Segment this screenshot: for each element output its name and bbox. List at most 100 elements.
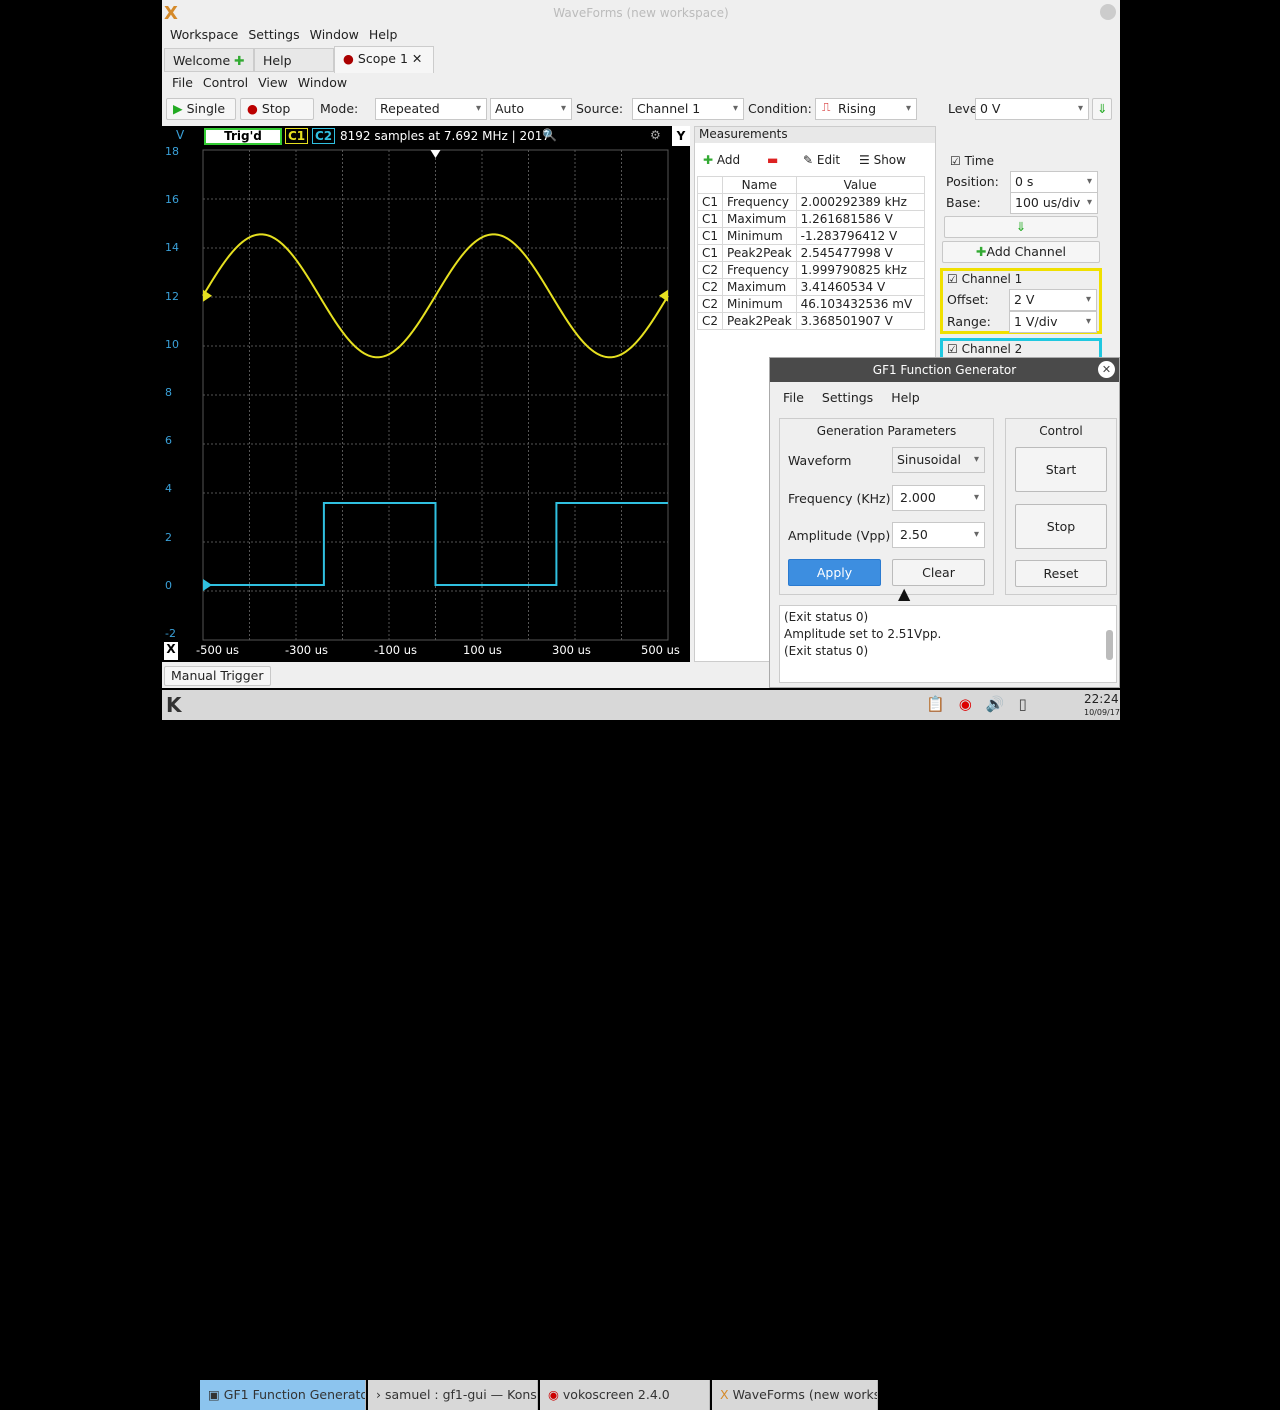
position-label: Position: (946, 174, 999, 189)
record-icon: ◉ (958, 695, 986, 713)
close-tab-icon[interactable]: ✕ (412, 51, 422, 66)
channel-1-group: ☑ Channel 1 Offset: 2 V Range: 1 V/div (940, 268, 1102, 334)
name-cell: Peak2Peak (722, 312, 797, 330)
scrollbar[interactable] (1106, 630, 1113, 660)
apply-level-icon[interactable]: ⇓ (1092, 98, 1112, 120)
tab-scope-1[interactable]: ● Scope 1 ✕ (334, 46, 434, 73)
control-group: Control Start Stop Reset (1005, 418, 1117, 595)
mode-label: Mode: (320, 101, 359, 116)
clear-button[interactable]: Clear (892, 559, 985, 586)
offset-select[interactable]: 2 V (1009, 289, 1097, 311)
group-title: Control (1039, 424, 1083, 438)
gf1-window: GF1 Function Generator ✕ File Settings Hel… (769, 357, 1120, 688)
menu-window[interactable]: Window (310, 27, 359, 42)
mode-select[interactable]: Repeated (375, 98, 487, 120)
table-row[interactable]: C2 Peak2Peak 3.368501907 V (696, 312, 925, 330)
stop-button[interactable]: Stop (1015, 504, 1107, 549)
condition-label: Condition: (748, 101, 812, 116)
name-cell: Frequency (722, 261, 797, 279)
remove-measurement-icon[interactable]: ▬ (767, 153, 778, 167)
oscilloscope-plot[interactable]: V Trig'd C1 C2 8192 samples at 7.692 MHz… (162, 126, 690, 662)
group-title: Generation Parameters (816, 424, 957, 438)
add-channel-label: Add Channel (986, 244, 1066, 259)
apply-time-icon[interactable]: ⇓ (944, 216, 1098, 238)
position-input[interactable]: 0 s (1010, 171, 1098, 193)
table-row[interactable]: C2 Minimum 46.103432536 mV (696, 295, 925, 313)
menu-control[interactable]: Control (203, 75, 248, 90)
close-icon[interactable]: ✕ (1098, 361, 1115, 378)
source-select[interactable]: Channel 1 (632, 98, 744, 120)
channel-cell: C1 (696, 244, 724, 262)
generation-parameters-group: Generation Parameters Waveform Sinusoida… (779, 418, 994, 595)
table-row[interactable]: C1 Peak2Peak 2.545477998 V (696, 244, 925, 262)
name-cell: Peak2Peak (722, 244, 797, 262)
x-tick-label: 500 us (641, 643, 680, 657)
frequency-spinbox[interactable]: 2.000 (892, 485, 985, 511)
taskbar-item-vokoscreen[interactable]: ◉ vokoscreen 2.4.0 (540, 1380, 710, 1410)
kde-launcher-icon[interactable]: K (166, 693, 182, 717)
channel-1-checkbox[interactable]: ☑ Channel 1 (947, 272, 1022, 286)
show-measurements-button[interactable]: ☰ Show (859, 153, 906, 167)
log-line: (Exit status 0) (784, 644, 869, 658)
y-tick-label: -2 (165, 627, 176, 640)
menu-workspace[interactable]: Workspace (170, 27, 238, 42)
single-button[interactable]: ▶ Single (166, 98, 236, 120)
log-output[interactable]: (Exit status 0) Amplitude set to 2.51Vpp… (779, 605, 1117, 683)
table-row[interactable]: C2 Maximum 3.41460534 V (696, 278, 925, 296)
table-row[interactable]: C1 Maximum 1.261681586 V (696, 210, 925, 228)
gf1-title: GF1 Function Generator (770, 358, 1119, 382)
menu-file[interactable]: File (783, 390, 804, 405)
y-tick-label: 2 (165, 530, 172, 544)
menu-help[interactable]: Help (891, 390, 920, 405)
show-label: Show (873, 153, 906, 167)
waveform-select[interactable]: Sinusoidal (892, 447, 985, 473)
manual-trigger-button[interactable]: Manual Trigger (164, 666, 271, 686)
taskbar-item-waveforms[interactable]: X WaveForms (new workspace) (712, 1380, 878, 1410)
taskbar-item-gf1[interactable]: ▣ GF1 Function Generator (200, 1380, 366, 1410)
close-window-icon[interactable] (1100, 4, 1116, 20)
add-measurement-button[interactable]: ✚ Add (703, 153, 740, 167)
y-tick-label: 8 (165, 386, 172, 399)
auto-select[interactable]: Auto (490, 98, 572, 120)
menu-view[interactable]: View (258, 75, 288, 90)
level-input[interactable]: 0 V (975, 98, 1089, 120)
task-label: vokoscreen 2.4.0 (562, 1387, 670, 1402)
x-axis-button[interactable]: X (164, 642, 178, 660)
channel-2-label: Channel 2 (961, 342, 1023, 356)
stop-button[interactable]: ● Stop (240, 98, 314, 120)
volume-icon: 🔊 (985, 695, 1019, 713)
menu-help[interactable]: Help (369, 27, 398, 42)
y-tick-label: 14 (165, 241, 179, 255)
time-checkbox[interactable]: ☑ Time (950, 154, 994, 168)
tab-help[interactable]: Help (254, 48, 334, 72)
menu-settings[interactable]: Settings (248, 27, 299, 42)
apply-button[interactable]: Apply (788, 559, 881, 586)
menu-file[interactable]: File (172, 75, 193, 90)
tab-welcome[interactable]: Welcome ✚ (164, 48, 254, 72)
amplitude-spinbox[interactable]: 2.50 (892, 522, 985, 548)
log-line: Amplitude set to 2.51Vpp. (784, 627, 942, 641)
taskbar-item-konsole[interactable]: › samuel : gf1-gui — Konsole (368, 1380, 538, 1410)
clock-time[interactable]: 22:24 (1084, 692, 1119, 706)
reset-button[interactable]: Reset (1015, 560, 1107, 587)
table-row[interactable]: C1 Frequency 2.000292389 kHz (696, 193, 925, 211)
table-row[interactable]: C2 Frequency 1.999790825 kHz (696, 261, 925, 279)
channel-2-checkbox[interactable]: ☑ Channel 2 (947, 342, 1022, 356)
start-button[interactable]: Start (1015, 447, 1107, 492)
table-row[interactable]: C1 Minimum -1.283796412 V (696, 227, 925, 245)
menu-settings[interactable]: Settings (822, 390, 873, 405)
waveform-label: Waveform (788, 453, 852, 468)
range-select[interactable]: 1 V/div (1009, 311, 1097, 333)
column-header-value: Value (795, 176, 925, 194)
base-select[interactable]: 100 us/div (1010, 192, 1098, 214)
system-tray[interactable]: 📋◉🔊▯ (926, 695, 1041, 713)
y-tick-label: 12 (165, 289, 179, 303)
edit-measurement-button[interactable]: ✎ Edit (803, 153, 840, 167)
add-channel-button[interactable]: ✚Add Channel (942, 241, 1100, 263)
x-tick-label: -500 us (196, 643, 240, 657)
x-tick-label: -100 us (374, 643, 418, 657)
menu-window[interactable]: Window (298, 75, 347, 90)
channel-cell: C2 (696, 278, 724, 296)
add-label: Add (716, 153, 741, 167)
mouse-cursor-icon: ▲ (898, 584, 911, 603)
